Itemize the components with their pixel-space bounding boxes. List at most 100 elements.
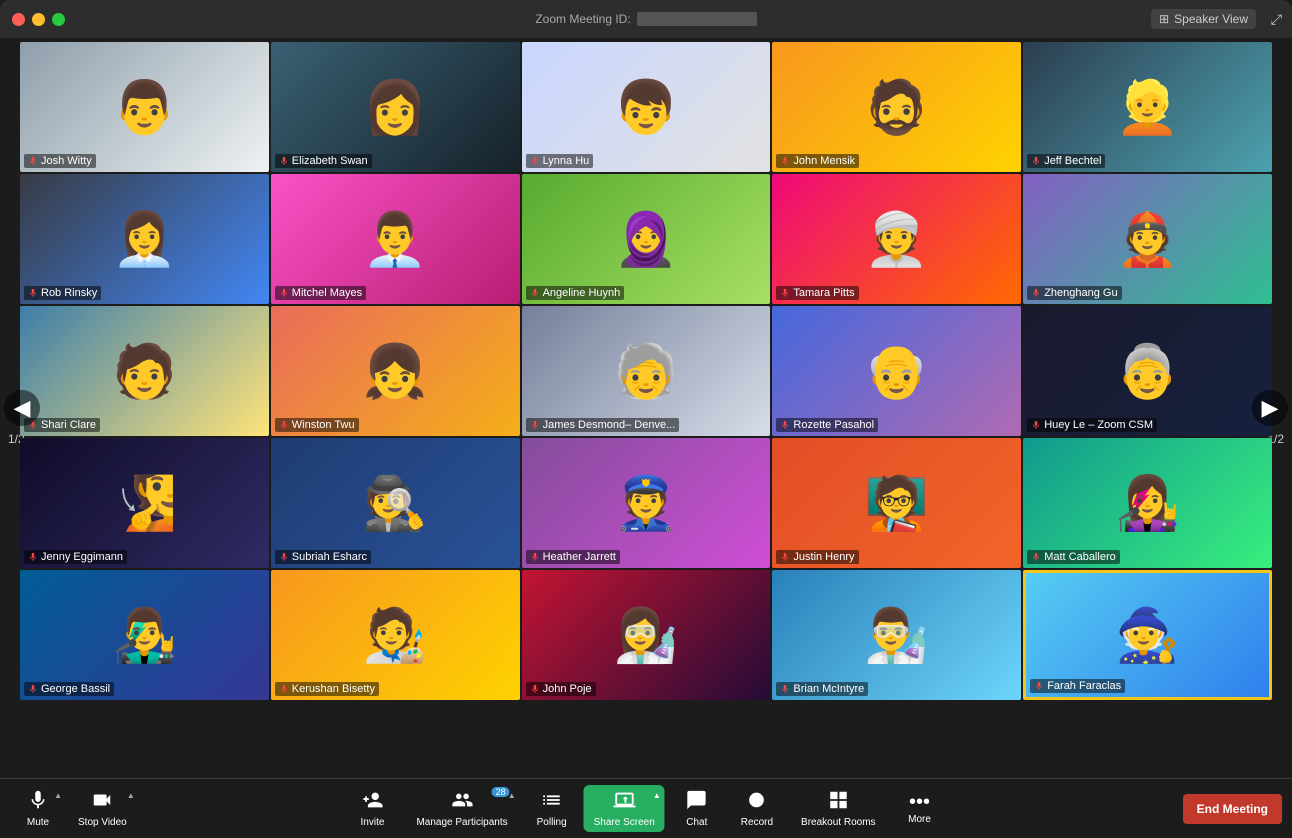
mic-status-icon xyxy=(28,552,38,562)
participant-name-21: George Bassil xyxy=(24,682,114,696)
video-cell-18[interactable]: 👮Heather Jarrett xyxy=(522,438,771,568)
toolbar-left: Mute ▲ Stop Video ▲ xyxy=(10,785,139,832)
video-cell-5[interactable]: 👱Jeff Bechtel xyxy=(1023,42,1272,172)
participant-video-23: 👩‍🔬 xyxy=(522,570,771,700)
mute-label: Mute xyxy=(27,817,49,828)
participant-video-24: 👨‍🔬 xyxy=(772,570,1021,700)
participants-caret[interactable]: ▲ xyxy=(508,791,516,800)
fullscreen-button[interactable] xyxy=(52,13,65,26)
video-cell-7[interactable]: 👨‍💼Mitchel Mayes xyxy=(271,174,520,304)
video-cell-11[interactable]: 🧑Shari Clare xyxy=(20,306,269,436)
stop-video-button[interactable]: Stop Video ▲ xyxy=(66,785,139,832)
end-meeting-area: End Meeting xyxy=(1183,794,1282,824)
participant-name-9: Tamara Pitts xyxy=(776,286,858,300)
end-meeting-button[interactable]: End Meeting xyxy=(1183,794,1282,824)
next-page-button[interactable]: ▶ xyxy=(1252,390,1288,426)
participant-video-10: 👲 xyxy=(1023,174,1272,304)
participant-video-13: 🧓 xyxy=(522,306,771,436)
minimize-button[interactable] xyxy=(32,13,45,26)
grid-icon: ⊞ xyxy=(1159,12,1169,26)
video-cell-2[interactable]: 👩Elizabeth Swan xyxy=(271,42,520,172)
more-button[interactable]: ••• More xyxy=(892,788,948,829)
participant-name-14: Rozette Pasahol xyxy=(776,418,878,432)
video-cell-9[interactable]: 👳Tamara Pitts xyxy=(772,174,1021,304)
video-cell-22[interactable]: 🧑‍🎨Kerushan Bisetty xyxy=(271,570,520,700)
video-cell-17[interactable]: 🕵️Subriah Esharc xyxy=(271,438,520,568)
manage-participants-label: Manage Participants xyxy=(416,817,507,828)
video-cell-16[interactable]: 🧏Jenny Eggimann xyxy=(20,438,269,568)
share-icon xyxy=(613,789,635,815)
participant-name-18: Heather Jarrett xyxy=(526,550,620,564)
meeting-id-value xyxy=(637,12,757,26)
participant-video-3: 👦 xyxy=(522,42,771,172)
participant-name-6: Rob Rinsky xyxy=(24,286,101,300)
mic-status-icon xyxy=(530,288,540,298)
participant-name-11: Shari Clare xyxy=(24,418,100,432)
fullscreen-icon[interactable]: ⤢ xyxy=(1271,11,1282,28)
video-cell-21[interactable]: 👨‍🎤George Bassil xyxy=(20,570,269,700)
mic-status-icon xyxy=(530,552,540,562)
end-meeting-label: End Meeting xyxy=(1197,802,1268,816)
toolbar-center: Invite Manage Participants 28 ▲ Polling xyxy=(344,785,947,832)
video-cell-6[interactable]: 👩‍💼Rob Rinsky xyxy=(20,174,269,304)
video-cell-10[interactable]: 👲Zhenghang Gu xyxy=(1023,174,1272,304)
mic-status-icon xyxy=(780,288,790,298)
participant-video-15: 👵 xyxy=(1023,306,1272,436)
participant-name-19: Justin Henry xyxy=(776,550,858,564)
polling-button[interactable]: Polling xyxy=(524,785,580,832)
more-label: More xyxy=(908,814,931,825)
mic-status-icon xyxy=(28,684,38,694)
participant-video-8: 🧕 xyxy=(522,174,771,304)
mic-status-icon xyxy=(780,552,790,562)
video-cell-14[interactable]: 👴Rozette Pasahol xyxy=(772,306,1021,436)
participant-video-21: 👨‍🎤 xyxy=(20,570,269,700)
mic-status-icon xyxy=(1031,156,1041,166)
share-caret[interactable]: ▲ xyxy=(653,791,661,800)
participant-video-14: 👴 xyxy=(772,306,1021,436)
participant-video-11: 🧑 xyxy=(20,306,269,436)
speaker-view-button[interactable]: ⊞ Speaker View xyxy=(1151,9,1256,29)
participant-name-24: Brian McIntyre xyxy=(776,682,868,696)
video-cell-1[interactable]: 👨Josh Witty xyxy=(20,42,269,172)
mute-button[interactable]: Mute ▲ xyxy=(10,785,66,832)
mic-status-icon xyxy=(1031,552,1041,562)
participant-video-5: 👱 xyxy=(1023,42,1272,172)
video-cell-4[interactable]: 🧔John Mensik xyxy=(772,42,1021,172)
stop-video-caret[interactable]: ▲ xyxy=(127,791,135,800)
breakout-rooms-button[interactable]: Breakout Rooms xyxy=(789,785,887,832)
mic-status-icon xyxy=(1031,420,1041,430)
participant-name-25: Farah Faraclas xyxy=(1030,679,1125,693)
participant-name-1: Josh Witty xyxy=(24,154,96,168)
participant-name-10: Zhenghang Gu xyxy=(1027,286,1121,300)
video-cell-12[interactable]: 👧Winston Twu xyxy=(271,306,520,436)
polling-icon xyxy=(541,789,563,815)
participant-video-2: 👩 xyxy=(271,42,520,172)
chat-button[interactable]: Chat xyxy=(669,785,725,832)
video-cell-19[interactable]: 🧑‍🏫Justin Henry xyxy=(772,438,1021,568)
video-cell-15[interactable]: 👵Huey Le – Zoom CSM xyxy=(1023,306,1272,436)
record-button[interactable]: Record xyxy=(729,785,785,832)
mic-status-icon xyxy=(279,156,289,166)
video-cell-23[interactable]: 👩‍🔬John Poje xyxy=(522,570,771,700)
share-screen-label: Share Screen xyxy=(594,817,655,828)
mute-caret[interactable]: ▲ xyxy=(54,791,62,800)
mic-status-icon xyxy=(279,288,289,298)
participant-video-20: 👩‍🎤 xyxy=(1023,438,1272,568)
manage-participants-button[interactable]: Manage Participants 28 ▲ xyxy=(404,785,519,832)
title-bar: Zoom Meeting ID: ⊞ Speaker View ⤢ xyxy=(0,0,1292,38)
invite-button[interactable]: Invite xyxy=(344,785,400,832)
invite-icon xyxy=(361,789,383,815)
prev-page-button[interactable]: ◀ xyxy=(4,390,40,426)
participant-name-22: Kerushan Bisetty xyxy=(275,682,379,696)
video-cell-20[interactable]: 👩‍🎤Matt Caballero xyxy=(1023,438,1272,568)
video-cell-24[interactable]: 👨‍🔬Brian McIntyre xyxy=(772,570,1021,700)
mic-status-icon xyxy=(28,156,38,166)
close-button[interactable] xyxy=(12,13,25,26)
video-cell-8[interactable]: 🧕Angeline Huynh xyxy=(522,174,771,304)
video-cell-25[interactable]: 🧙Farah Faraclas xyxy=(1023,570,1272,700)
video-cell-3[interactable]: 👦Lynna Hu xyxy=(522,42,771,172)
participant-video-16: 🧏 xyxy=(20,438,269,568)
video-cell-13[interactable]: 🧓James Desmond– Denve... xyxy=(522,306,771,436)
share-screen-button[interactable]: Share Screen ▲ xyxy=(584,785,665,832)
chat-icon xyxy=(686,789,708,815)
